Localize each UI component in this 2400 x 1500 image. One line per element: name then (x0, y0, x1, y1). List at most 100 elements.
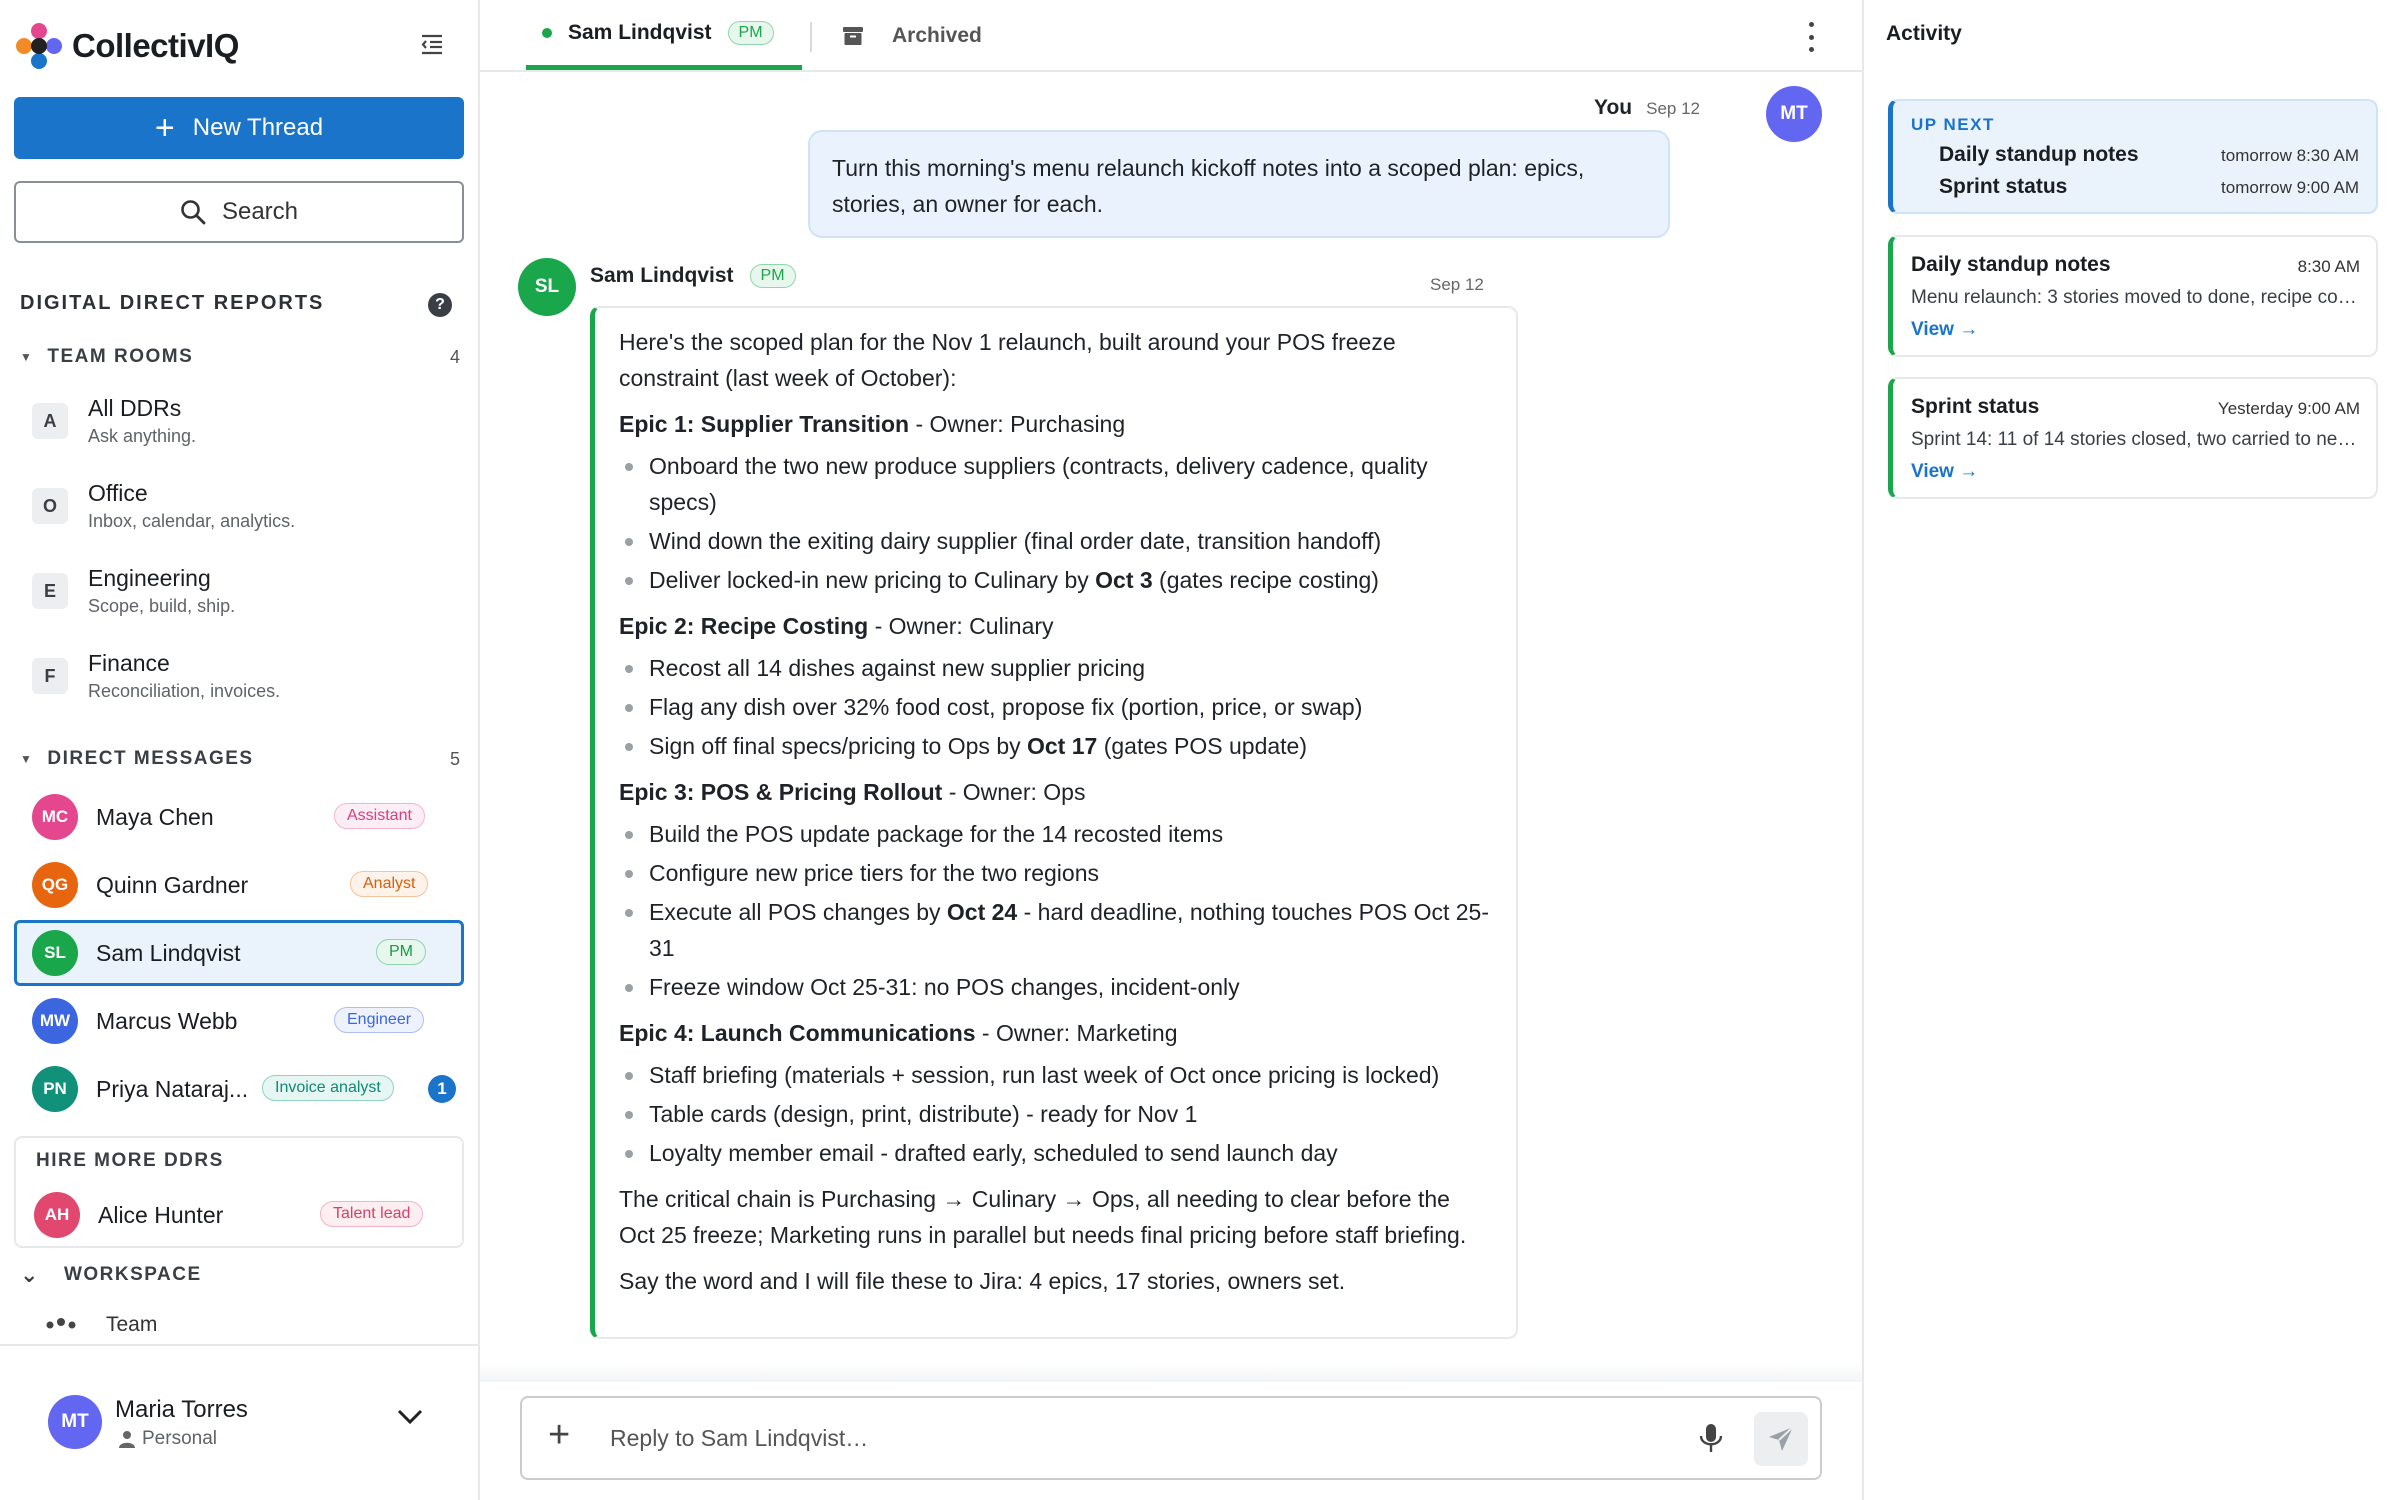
avatar: SL (518, 258, 576, 316)
up-next-item[interactable]: Sprint status tomorrow 9:00 AM (1939, 175, 2359, 199)
room-letter: A (32, 403, 68, 439)
dm-name: Alice Hunter (98, 1201, 224, 1228)
message-date: Sep 12 (1646, 99, 1700, 118)
epic-story-list: Build the POS update package for the 14 … (619, 816, 1492, 1005)
room-name: All DDRs (88, 395, 182, 421)
room-finance[interactable]: F Finance Reconciliation, invoices. (32, 644, 452, 708)
up-next-time: tomorrow 9:00 AM (2221, 178, 2359, 197)
search-button[interactable]: Search (14, 181, 464, 243)
dm-quinn-gardner[interactable]: QG Quinn Gardner Analyst (14, 852, 464, 918)
epic-story-list: Staff briefing (materials + session, run… (619, 1057, 1492, 1171)
card-view-link[interactable]: View → (1911, 319, 1978, 341)
card-time: Yesterday 9:00 AM (2217, 399, 2360, 418)
hire-more-ddrs: HIRE MORE DDRS AH Alice Hunter Talent le… (14, 1136, 464, 1248)
tab-sam-lindqvist[interactable]: Sam Lindqvist PM (526, 0, 802, 70)
collapse-sidebar-icon[interactable] (416, 28, 448, 60)
avatar: MT (1766, 86, 1822, 142)
room-letter: F (32, 658, 68, 694)
room-sub: Scope, build, ship. (88, 596, 236, 616)
tab-divider (810, 22, 812, 52)
story-item: Loyalty member email - drafted early, sc… (619, 1135, 1492, 1171)
story-item: Flag any dish over 32% food cost, propos… (619, 689, 1492, 725)
workspace-team-item[interactable]: Team (46, 1310, 157, 1340)
epic-story-list: Recost all 14 dishes against new supplie… (619, 650, 1492, 764)
story-item: Table cards (design, print, distribute) … (619, 1096, 1492, 1132)
story-item: Execute all POS changes by Oct 24 - hard… (619, 894, 1492, 966)
help-icon[interactable]: ? (428, 293, 452, 317)
activity-panel: Activity UP NEXT Daily standup notes tom… (1862, 0, 2400, 1500)
message-composer: + (520, 1396, 1822, 1480)
dm-name: Maya Chen (96, 803, 214, 830)
user-workspace: Personal (118, 1428, 217, 1450)
brand-logo-icon (14, 21, 64, 71)
dm-priya-natarajan[interactable]: PN Priya Nataraj... Invoice analyst 1 (14, 1056, 464, 1122)
avatar: AH (34, 1192, 80, 1238)
dm-sam-lindqvist[interactable]: SL Sam Lindqvist PM (14, 920, 464, 986)
search-icon (181, 200, 206, 225)
team-icon (46, 1318, 76, 1329)
card-view-link[interactable]: View → (1911, 461, 1978, 483)
sidebar: CollectivIQ + New Thread Search DIGITAL … (0, 0, 480, 1500)
room-name: Finance (88, 650, 170, 676)
unread-count-badge: 1 (428, 1075, 456, 1103)
brand-name: CollectivIQ (72, 27, 239, 64)
activity-card[interactable]: Sprint status Yesterday 9:00 AM Sprint 1… (1888, 377, 2378, 499)
more-options-icon[interactable] (1806, 22, 1816, 52)
send-button[interactable] (1754, 1412, 1808, 1466)
dm-marcus-webb[interactable]: MW Marcus Webb Engineer (14, 988, 464, 1054)
message-author: Sam Lindqvist (590, 264, 734, 287)
team-label: Team (106, 1313, 158, 1336)
attach-plus-icon[interactable]: + (548, 1416, 570, 1454)
epic-heading: Epic 1: Supplier Transition - Owner: Pur… (619, 411, 1126, 437)
message-date: Sep 12 (1430, 275, 1484, 294)
reply-header: Sam Lindqvist PM (590, 264, 796, 288)
activity-card[interactable]: Daily standup notes 8:30 AM Menu relaunc… (1888, 235, 2378, 357)
room-office[interactable]: O Office Inbox, calendar, analytics. (32, 474, 452, 538)
role-badge: Engineer (334, 1007, 425, 1033)
role-badge: Assistant (334, 803, 425, 829)
role-badge: PM (376, 939, 426, 965)
up-next-item[interactable]: Daily standup notes tomorrow 8:30 AM (1939, 143, 2359, 167)
online-status-dot (542, 27, 552, 38)
new-thread-button[interactable]: + New Thread (14, 97, 464, 159)
closing-note: Say the word and I will file these to Ji… (619, 1268, 1346, 1294)
dm-maya-chen[interactable]: MC Maya Chen Assistant (14, 784, 464, 850)
role-badge: PM (727, 20, 774, 45)
room-all-ddrs[interactable]: A All DDRs Ask anything. (32, 389, 452, 453)
caret-down-icon: ▼ (20, 350, 34, 364)
room-sub: Reconciliation, invoices. (88, 681, 281, 701)
reply-input[interactable] (610, 1418, 1610, 1458)
story-item: Sign off final specs/pricing to Ops by O… (619, 728, 1492, 764)
caret-down-icon: ▼ (20, 752, 34, 766)
direct-messages-header[interactable]: ▼ DIRECT MESSAGES 5 (20, 748, 460, 770)
user-name: Maria Torres (115, 1396, 248, 1423)
up-next-name: Sprint status (1939, 175, 2068, 198)
up-next-name: Daily standup notes (1939, 143, 2139, 166)
user-account[interactable]: MT Maria Torres Personal (0, 1344, 478, 1500)
epic-heading: Epic 2: Recipe Costing - Owner: Culinary (619, 613, 1054, 639)
workspace-header[interactable]: ⌄ WORKSPACE (20, 1262, 202, 1288)
avatar: QG (32, 862, 78, 908)
direct-messages-title: DIRECT MESSAGES (47, 748, 254, 769)
role-badge: PM (749, 264, 796, 288)
chevron-down-icon[interactable] (396, 1408, 424, 1426)
epic-story-list: Onboard the two new produce suppliers (c… (619, 448, 1492, 598)
dm-alice-hunter[interactable]: AH Alice Hunter Talent lead (16, 1182, 462, 1248)
team-rooms-header[interactable]: ▼ TEAM ROOMS 4 (20, 346, 460, 368)
story-item: Build the POS update package for the 14 … (619, 816, 1492, 852)
team-rooms-title: TEAM ROOMS (47, 346, 194, 367)
microphone-icon[interactable] (1698, 1422, 1724, 1454)
role-badge: Analyst (350, 871, 429, 897)
up-next-label: UP NEXT (1911, 115, 1995, 134)
role-badge: Invoice analyst (262, 1075, 394, 1101)
brand[interactable]: CollectivIQ (14, 20, 239, 72)
room-letter: E (32, 573, 68, 609)
search-label: Search (221, 198, 299, 225)
card-time: 8:30 AM (2297, 257, 2360, 276)
section-title: DIGITAL DIRECT REPORTS (20, 292, 325, 314)
thread-tabs: Sam Lindqvist PM Archived (480, 0, 1862, 72)
user-avatar: MT (48, 1395, 102, 1449)
tab-archived[interactable]: Archived (842, 0, 982, 72)
room-engineering[interactable]: E Engineering Scope, build, ship. (32, 559, 452, 623)
direct-messages-count: 5 (449, 748, 460, 769)
